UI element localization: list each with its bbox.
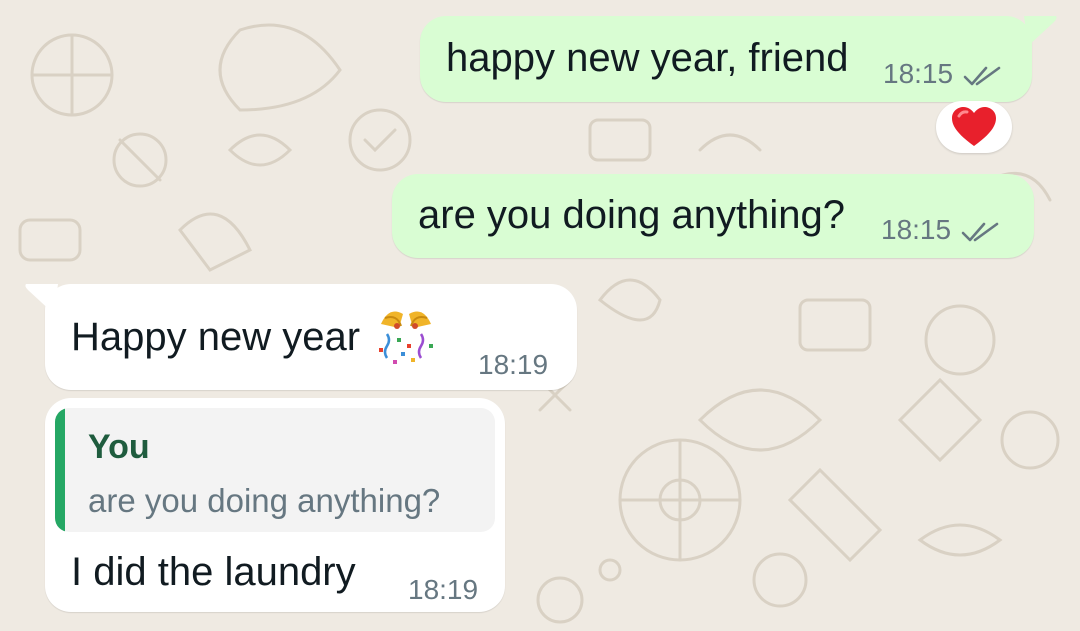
outgoing-message-bubble[interactable]: are you doing anything? 18:15 [392,174,1034,258]
incoming-message-bubble[interactable]: Happy new year 18:19 [45,284,577,390]
quote-accent-bar [55,408,65,532]
quote-text: are you doing anything? [88,482,441,519]
quoted-message[interactable]: You are you doing anything? [55,408,495,532]
message-time: 18:19 [478,349,549,380]
outgoing-message-bubble[interactable]: happy new year, friend 18:15 [420,16,1032,102]
message-time: 18:19 [408,574,479,605]
message-meta: 18:15 [883,60,1003,88]
read-receipt-icon [961,222,999,241]
message-text: I did the laundry [71,550,356,594]
message-reaction[interactable] [936,101,1012,153]
confetti-bells-emoji [379,311,433,364]
bubble-tail [25,284,58,314]
message-meta: 18:15 [881,216,1001,244]
quote-author: You [88,428,150,466]
message-text: happy new year, friend [446,36,849,80]
heart-icon [952,107,996,146]
read-receipt-icon [963,66,1001,85]
bubble-tail [1024,16,1057,46]
message-time: 18:15 [883,58,954,89]
message-text: Happy new year [71,315,361,359]
message-text: are you doing anything? [418,193,845,237]
message-time: 18:15 [881,214,952,245]
